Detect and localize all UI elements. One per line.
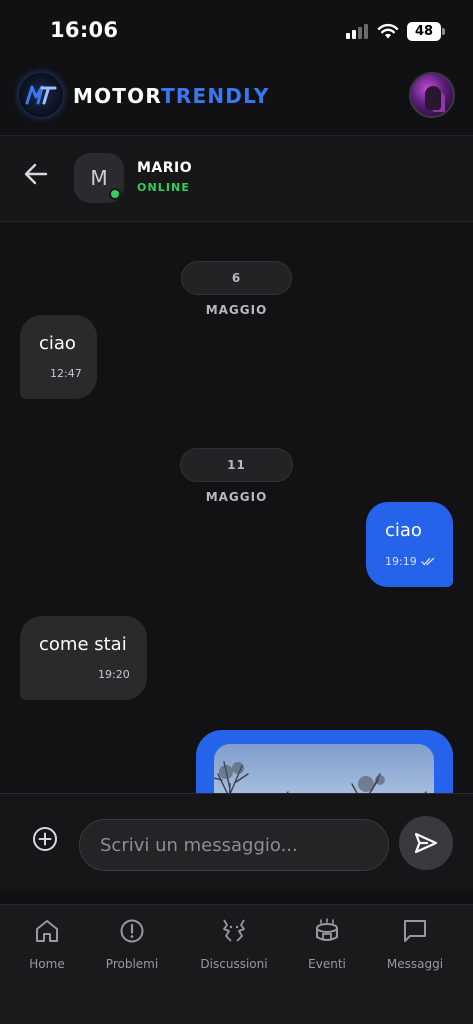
message-text: ciao [39, 333, 76, 354]
status-bar: 16:06 48 [0, 0, 473, 62]
tab-home[interactable]: Home [7, 915, 87, 979]
message-bubble-outgoing[interactable]: ciao 19:19 [366, 502, 453, 587]
tab-label: Home [29, 957, 65, 971]
wifi-icon [377, 23, 399, 39]
message-text: ciao [385, 520, 422, 541]
app-logo-icon[interactable] [19, 73, 63, 117]
send-button[interactable] [399, 816, 453, 870]
message-bubble-incoming[interactable]: ciao 12:47 [20, 315, 97, 399]
chat-header: M MARIO ONLINE [0, 136, 473, 222]
message-input[interactable] [79, 819, 389, 871]
tab-label: Messaggi [386, 957, 444, 971]
send-icon [414, 832, 438, 854]
tab-label: Eventi [308, 957, 346, 971]
composer-spacer [0, 891, 473, 904]
add-attachment-button[interactable] [30, 824, 60, 854]
double-check-icon [421, 557, 435, 566]
message-bubble-incoming[interactable]: come stai 19:20 [20, 616, 147, 700]
tab-eventi[interactable]: Eventi [287, 915, 367, 979]
message-time: 12:47 [50, 367, 82, 380]
stadium-icon [316, 918, 338, 941]
tab-label: Problemi [105, 957, 159, 971]
logo-mt-icon [25, 85, 57, 105]
date-separator: 6 MAGGIO [181, 261, 292, 317]
battery-indicator: 48 [407, 22, 445, 41]
profile-avatar[interactable] [409, 72, 455, 118]
message-image[interactable] [214, 744, 434, 793]
brand-title-part-2: TRENDLY [161, 84, 270, 108]
arrow-left-icon [24, 163, 48, 185]
tab-messaggi[interactable]: Messaggi [375, 915, 455, 979]
message-text: come stai [39, 634, 127, 655]
status-time: 16:06 [50, 18, 119, 42]
plus-circle-icon [33, 827, 57, 851]
tab-discussioni[interactable]: Discussioni [194, 915, 274, 979]
contact-status: ONLINE [137, 181, 190, 194]
date-separator: 11 MAGGIO [180, 448, 293, 504]
tab-problemi[interactable]: Problemi [92, 915, 172, 979]
app-header: MOTORTRENDLY [0, 62, 473, 136]
contact-name[interactable]: MARIO [137, 160, 192, 176]
brand-title-part-1: MOTOR [73, 84, 162, 108]
message-image-outgoing[interactable] [196, 730, 453, 793]
message-composer [0, 793, 473, 891]
home-icon [36, 920, 58, 942]
chat-screen: 16:06 48 MOTORTRENDLY M MARIO ONLINE 6 M… [0, 0, 473, 1024]
tab-label: Discussioni [200, 957, 268, 971]
cellular-signal-icon [346, 23, 370, 39]
message-time: 19:20 [98, 668, 130, 681]
bottom-tab-bar: Home Problemi Discussioni Eventi Messagg… [0, 904, 473, 1024]
discussion-faces-icon [223, 919, 245, 942]
back-button[interactable] [20, 159, 52, 189]
online-status-dot [109, 188, 121, 200]
chat-bubble-icon [404, 920, 426, 942]
brand-title: MOTORTRENDLY [73, 84, 270, 108]
message-time: 19:19 [385, 555, 417, 568]
message-list[interactable]: 6 MAGGIO ciao 12:47 11 MAGGIO ciao 19:19… [0, 222, 473, 793]
alert-circle-icon [120, 919, 144, 943]
tree-photo-icon [214, 761, 427, 793]
